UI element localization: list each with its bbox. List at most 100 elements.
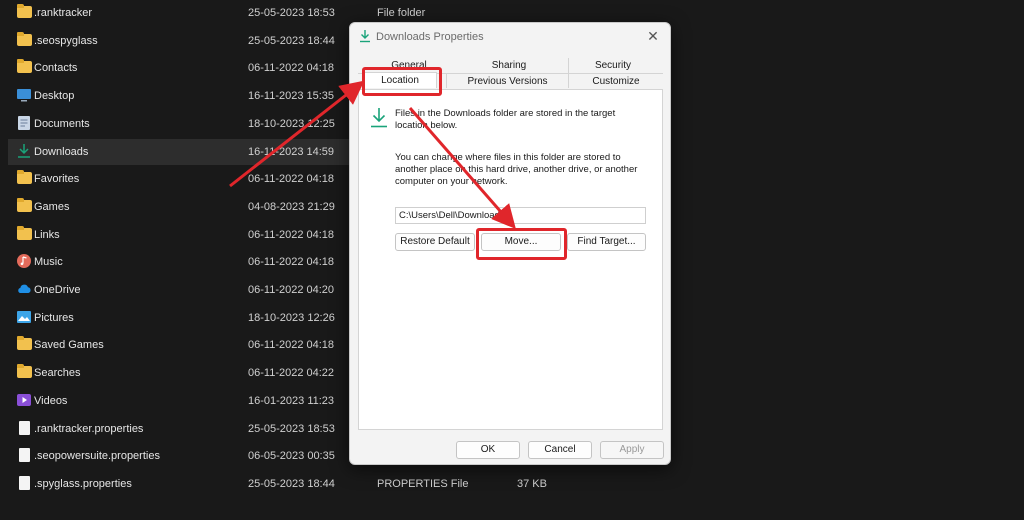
- file-row[interactable]: Contacts 06-11-2022 04:18: [8, 55, 353, 81]
- file-date: 16-01-2023 11:23: [248, 394, 335, 407]
- tab-customize[interactable]: Customize: [570, 74, 662, 89]
- file-row[interactable]: Music 06-11-2022 04:18: [8, 249, 353, 275]
- file-date: 25-05-2023 18:44: [248, 34, 335, 47]
- file-row[interactable]: Desktop 16-11-2023 15:35: [8, 83, 353, 109]
- file-row[interactable]: Downloads 16-11-2023 14:59: [8, 138, 353, 165]
- file-name: .seospyglass: [34, 34, 98, 47]
- file-date: 06-11-2022 04:18: [248, 339, 335, 352]
- file-name: Games: [34, 200, 70, 213]
- location-tab-highlight: [362, 67, 442, 96]
- cloud-icon: [16, 281, 32, 297]
- cancel-button[interactable]: Cancel: [528, 441, 592, 459]
- find-target-button[interactable]: Find Target...: [567, 233, 646, 251]
- file-date: 06-11-2022 04:18: [248, 173, 335, 186]
- folder-icon: [16, 364, 32, 380]
- change-line: computer on your network.: [395, 176, 508, 187]
- file-name: Contacts: [34, 62, 78, 75]
- file-date: 06-11-2022 04:18: [248, 256, 335, 269]
- folder-icon: [16, 4, 32, 20]
- file-row[interactable]: Saved Games 06-11-2022 04:18: [8, 332, 353, 358]
- file-row[interactable]: Videos 16-01-2023 11:23: [8, 388, 353, 414]
- file-name: Favorites: [34, 173, 80, 186]
- file-name: .spyglass.properties: [34, 477, 132, 490]
- restore-default-button[interactable]: Restore Default: [395, 233, 475, 251]
- folder-icon: [16, 170, 32, 186]
- folder-icon: [16, 31, 32, 48]
- file-date: 04-08-2023 21:29: [248, 200, 335, 213]
- videos-icon: [16, 392, 32, 408]
- folder-icon: [16, 336, 32, 352]
- file-date: 25-05-2023 18:53: [248, 422, 335, 435]
- download-icon: [16, 143, 32, 159]
- file-row[interactable]: .ranktracker.properties 25-05-2023 18:53: [8, 416, 353, 442]
- desktop-icon: [16, 87, 32, 103]
- file-name: Pictures: [34, 311, 74, 324]
- file-name: Saved Games: [34, 339, 104, 352]
- file-icon: [16, 475, 32, 491]
- file-date: 06-11-2022 04:18: [248, 228, 335, 241]
- ok-button[interactable]: OK: [456, 441, 520, 459]
- change-text: You can change where files in this folde…: [395, 152, 637, 188]
- close-icon[interactable]: ✕: [644, 27, 662, 45]
- tab-divider: [568, 58, 569, 88]
- intro-line: Files in the Downloads folder are stored…: [395, 108, 616, 119]
- file-type: PROPERTIES File: [377, 477, 469, 490]
- file-date: 06-11-2022 04:18: [248, 62, 335, 75]
- documents-icon: [16, 115, 32, 131]
- intro-text: Files in the Downloads folder are stored…: [395, 108, 615, 132]
- change-line: You can change where files in this folde…: [395, 152, 621, 163]
- file-row[interactable]: Documents 18-10-2023 12:25: [8, 111, 353, 137]
- tab-divider: [446, 74, 447, 88]
- file-date: 16-11-2023 14:59: [248, 145, 335, 158]
- dialog-titlebar[interactable]: Downloads Properties ✕: [350, 23, 670, 51]
- music-icon: [16, 253, 32, 269]
- file-date: 06-11-2022 04:22: [248, 367, 335, 380]
- dialog-title: Downloads Properties: [376, 31, 484, 43]
- location-path-input[interactable]: C:\Users\Dell\Downloads: [395, 207, 646, 224]
- file-date: 06-05-2023 00:35: [248, 450, 335, 463]
- change-line: another place on this hard drive, anothe…: [395, 164, 638, 175]
- file-name: Desktop: [34, 90, 75, 103]
- apply-button[interactable]: Apply: [600, 441, 664, 459]
- file-row[interactable]: Pictures 18-10-2023 12:26: [8, 305, 353, 331]
- file-row[interactable]: .seospyglass 25-05-2023 18:44: [8, 28, 353, 54]
- file-size: 37 KB: [517, 477, 547, 490]
- intro-line: location below.: [395, 120, 458, 131]
- file-name: .ranktracker.properties: [34, 422, 144, 435]
- file-row[interactable]: .spyglass.properties 25-05-2023 18:44: [8, 471, 353, 497]
- file-name: Videos: [34, 394, 68, 407]
- file-name: Music: [34, 256, 63, 269]
- folder-icon: [16, 225, 32, 242]
- pictures-icon: [16, 309, 32, 325]
- file-date: 25-05-2023 18:44: [248, 477, 335, 490]
- file-name: OneDrive: [34, 284, 81, 296]
- move-button-highlight: [476, 228, 567, 260]
- file-name: .ranktracker: [34, 7, 93, 19]
- file-row[interactable]: Favorites 06-11-2022 04:18: [8, 166, 353, 192]
- file-row[interactable]: .seopowersuite.properties 06-05-2023 00:3…: [8, 443, 353, 469]
- file-name: Links: [34, 228, 60, 241]
- file-icon: [16, 420, 32, 436]
- download-icon: [369, 107, 389, 129]
- file-icon: [16, 447, 32, 463]
- file-row[interactable]: OneDrive 06-11-2022 04:20: [8, 277, 353, 303]
- file-date: 18-10-2023 12:25: [248, 117, 335, 130]
- tab-previous-versions[interactable]: Previous Versions: [447, 74, 568, 89]
- tab-sharing[interactable]: Sharing: [459, 58, 559, 73]
- download-icon: [358, 29, 372, 43]
- folder-icon: [16, 197, 32, 214]
- folder-icon: [16, 59, 32, 75]
- file-name: Documents: [34, 117, 90, 130]
- file-date: 16-11-2023 15:35: [248, 90, 335, 103]
- file-row[interactable]: Links 06-11-2022 04:18: [8, 222, 353, 248]
- file-name: Downloads: [34, 145, 89, 158]
- file-date: 25-05-2023 18:53: [248, 7, 335, 19]
- file-row[interactable]: .ranktracker 25-05-2023 18:53: [8, 0, 353, 26]
- file-date: 06-11-2022 04:20: [248, 284, 335, 296]
- file-date: 18-10-2023 12:26: [248, 311, 335, 324]
- file-row[interactable]: Games 04-08-2023 21:29: [8, 194, 353, 220]
- tab-security[interactable]: Security: [570, 58, 656, 73]
- file-row[interactable]: Searches 06-11-2022 04:22: [8, 360, 353, 386]
- file-name: Searches: [34, 367, 81, 380]
- file-name: .seopowersuite.properties: [34, 450, 160, 463]
